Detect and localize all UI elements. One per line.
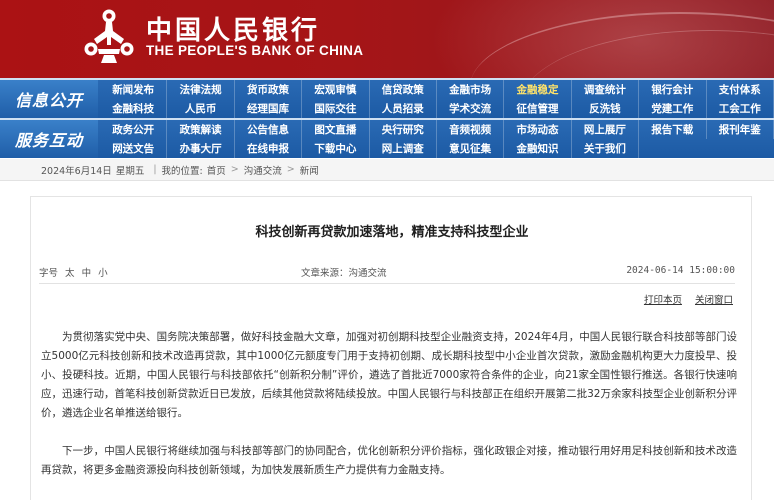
breadcrumb-location-label: 我的位置:: [161, 165, 203, 177]
article-meta: 字号 太 中 小 文章来源：沟通交流 2024-06-14 15:00:00: [31, 265, 753, 283]
nav-item-audio-video[interactable]: 音频视频: [437, 120, 505, 139]
font-size-label: 字号: [39, 268, 59, 279]
nav-section-service-label: 服务互动: [0, 120, 98, 158]
nav-item-financial-market[interactable]: 金融市场: [437, 80, 505, 99]
nav-item-online-filing[interactable]: 在线申报: [235, 139, 303, 158]
nav-item-report-download[interactable]: 报告下载: [639, 120, 707, 139]
nav-item-union[interactable]: 工会工作: [707, 99, 774, 118]
nav-item-market-dynamics[interactable]: 市场动态: [504, 120, 572, 139]
pboc-emblem-icon[interactable]: [82, 7, 136, 65]
nav-item-payment-system[interactable]: 支付体系: [707, 80, 774, 99]
bank-name-cn: 中国人民银行: [146, 16, 321, 46]
nav-item-treasury[interactable]: 经理国库: [235, 99, 303, 118]
nav-item-academic[interactable]: 学术交流: [437, 99, 505, 118]
article-tools: 打印本页 关闭窗口: [634, 292, 733, 306]
article-container: 科技创新再贷款加速落地，精准支持科技型企业 字号 太 中 小 文章来源：沟通交流…: [30, 196, 752, 500]
font-size-medium-link[interactable]: 中: [82, 268, 92, 279]
bank-name-en: THE PEOPLE'S BANK OF CHINA: [146, 43, 364, 58]
header-banner: 中国人民银行 THE PEOPLE'S BANK OF CHINA: [0, 0, 774, 78]
nav-item-fintech[interactable]: 金融科技: [100, 99, 168, 118]
breadcrumb-date: 2024年6月14日: [41, 165, 112, 177]
nav-item-yearbook[interactable]: 报刊年鉴: [707, 120, 774, 139]
nav-item-bank-accounting[interactable]: 银行会计: [639, 80, 707, 99]
nav-item-macro-prudential[interactable]: 宏观审慎: [302, 80, 370, 99]
nav-item-recruitment[interactable]: 人员招录: [370, 99, 437, 118]
close-window-link[interactable]: 关闭窗口: [695, 295, 733, 306]
nav-item-international[interactable]: 国际交往: [302, 99, 370, 118]
nav-item-news-release[interactable]: 新闻发布: [100, 80, 168, 99]
nav-item-online-notices[interactable]: 网送文告: [100, 139, 168, 158]
print-page-link[interactable]: 打印本页: [644, 295, 682, 306]
breadcrumb-home-link[interactable]: 首页: [207, 163, 226, 177]
nav-item-opinion-collection[interactable]: 意见征集: [437, 139, 505, 158]
nav-section-info-label: 信息公开: [0, 80, 98, 118]
nav-grid-service: 政务公开 政策解读 公告信息 图文直播 央行研究 音频视频 市场动态 网上展厅 …: [100, 120, 774, 158]
article-source-value: 沟通交流: [348, 268, 387, 279]
nav-item-financial-knowledge[interactable]: 金融知识: [504, 139, 572, 158]
nav-item-government-affairs[interactable]: 政务公开: [100, 120, 168, 139]
article-source-label: 文章来源：: [301, 268, 349, 279]
nav-item-monetary-policy[interactable]: 货币政策: [235, 80, 303, 99]
nav-item-policy-interpretation[interactable]: 政策解读: [167, 120, 235, 139]
nav-item-rmb[interactable]: 人民币: [167, 99, 235, 118]
font-size-large-link[interactable]: 太: [65, 268, 75, 279]
article-datetime: 2024-06-14 15:00:00: [626, 265, 735, 276]
nav-item-research[interactable]: 央行研究: [370, 120, 437, 139]
article-paragraph-1: 为贯彻落实党中央、国务院决策部署，做好科技金融大文章，加强对初创期科技型企业融资…: [41, 331, 737, 419]
nav-item-credit-reference[interactable]: 征信管理: [504, 99, 572, 118]
nav-item-download-center[interactable]: 下载中心: [302, 139, 370, 158]
nav-item-live-broadcast[interactable]: 图文直播: [302, 120, 370, 139]
font-size-small-link[interactable]: 小: [98, 268, 108, 279]
nav-item-online-survey[interactable]: 网上调查: [370, 139, 437, 158]
article-source: 文章来源：沟通交流: [301, 265, 387, 279]
nav-item-about-us[interactable]: 关于我们: [572, 139, 640, 158]
nav-item-financial-stability[interactable]: 金融稳定: [504, 80, 572, 99]
nav-item-laws[interactable]: 法律法规: [167, 80, 235, 99]
meta-divider: [39, 283, 735, 284]
nav-item-credit-policy[interactable]: 信贷政策: [370, 80, 437, 99]
nav-item-statistics[interactable]: 调查统计: [572, 80, 640, 99]
breadcrumb-news-link[interactable]: 新闻: [300, 163, 319, 177]
nav-grid-info: 新闻发布 法律法规 货币政策 宏观审慎 信贷政策 金融市场 金融稳定 调查统计 …: [100, 80, 774, 118]
breadcrumb-weekday: 星期五: [115, 165, 145, 177]
nav-item-service-hall[interactable]: 办事大厅: [167, 139, 235, 158]
font-size-switcher: 字号 太 中 小: [39, 265, 108, 279]
breadcrumb-communication-link[interactable]: 沟通交流: [244, 163, 282, 177]
breadcrumb: 2024年6月14日 星期五 | 我的位置: 首页 > 沟通交流 > 新闻: [0, 159, 774, 181]
article-paragraph-2: 下一步，中国人民银行将继续加强与科技部等部门的协同配合，优化创新积分评价指标，强…: [41, 445, 737, 476]
nav-item-party-building[interactable]: 党建工作: [639, 99, 707, 118]
article-title: 科技创新再贷款加速落地，精准支持科技型企业: [255, 225, 529, 240]
nav-item-announcements[interactable]: 公告信息: [235, 120, 303, 139]
nav-item-anti-money-laundering[interactable]: 反洗钱: [572, 99, 640, 118]
nav-item-online-exhibition[interactable]: 网上展厅: [572, 120, 640, 139]
